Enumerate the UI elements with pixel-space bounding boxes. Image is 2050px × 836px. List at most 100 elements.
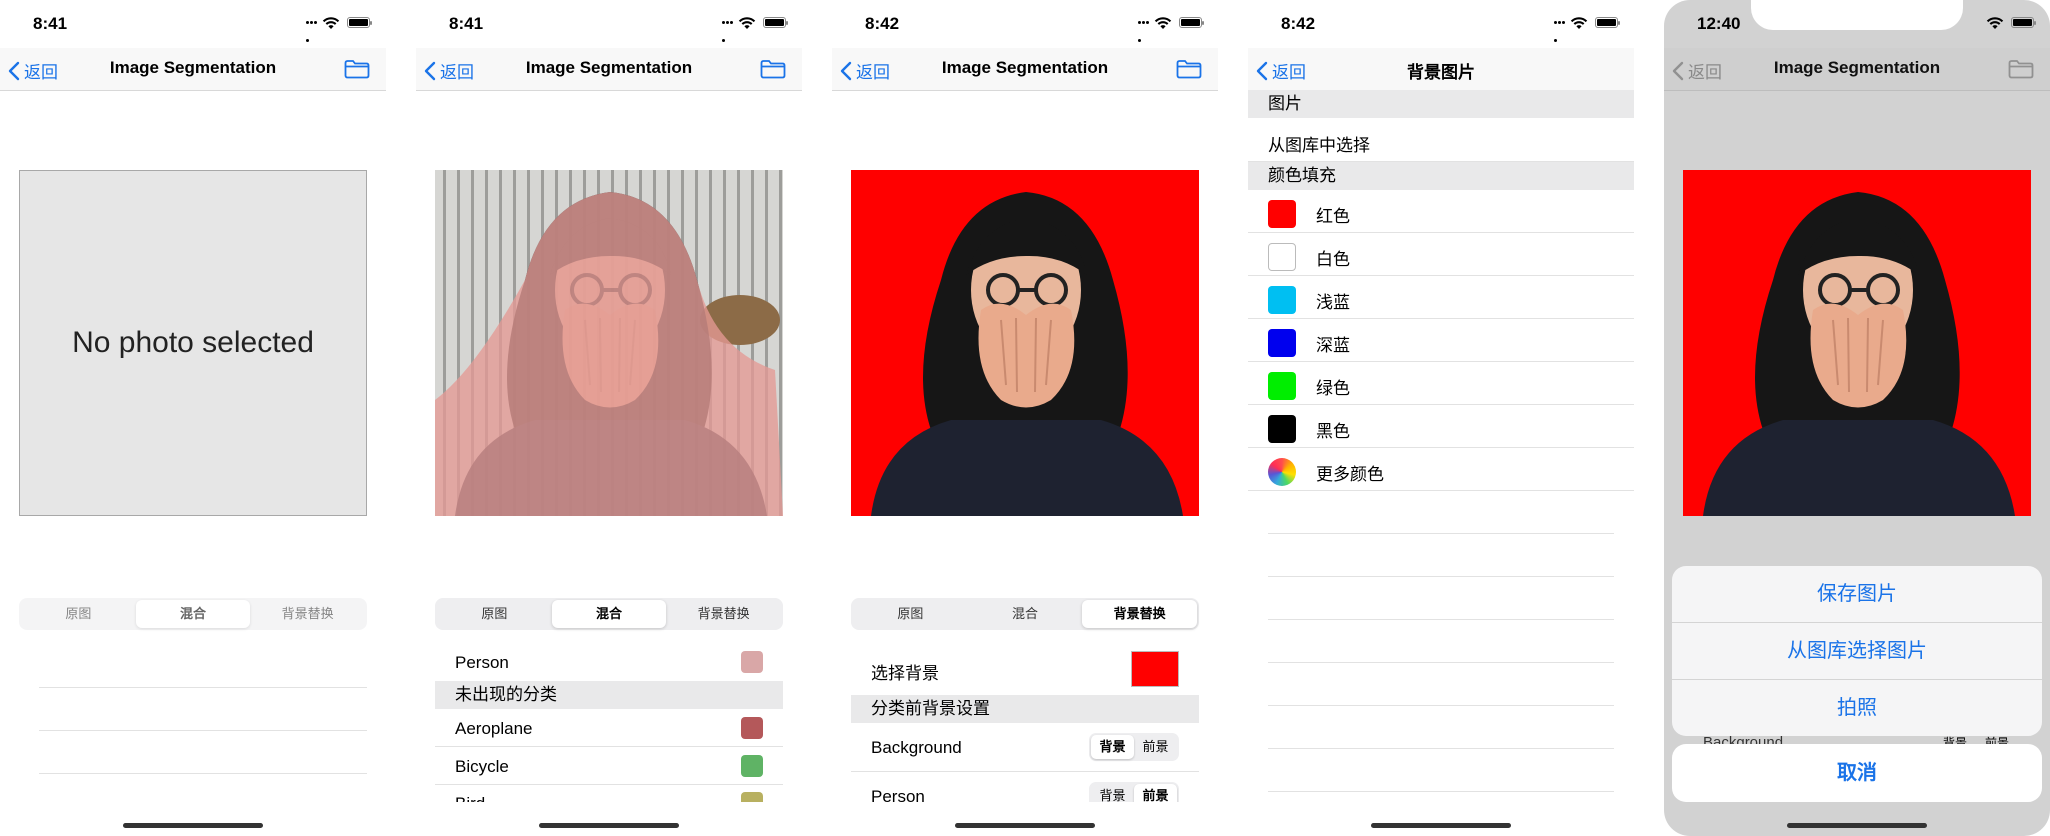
- class-color-swatch: [741, 717, 763, 739]
- color-label: 黑色: [1316, 422, 1350, 441]
- folder-icon[interactable]: [1176, 59, 1202, 79]
- class-label: Bird: [455, 794, 485, 802]
- empty-row: [1268, 749, 1614, 792]
- back-button[interactable]: 返回: [1672, 58, 1722, 83]
- color-row-white[interactable]: 白色: [1248, 233, 1634, 276]
- segment-blend[interactable]: 混合: [968, 600, 1083, 628]
- color-label: 浅蓝: [1316, 293, 1350, 312]
- mode-segmented-control[interactable]: 原图 混合 背景替换: [435, 598, 783, 630]
- background-color-preview[interactable]: [1131, 651, 1179, 687]
- color-label: 白色: [1316, 250, 1350, 269]
- photo-image: [1683, 170, 2031, 516]
- home-indicator: [539, 823, 679, 828]
- class-row-aeroplane[interactable]: Aeroplane: [435, 709, 783, 747]
- bg-fg-toggle[interactable]: 背景 前景: [1089, 733, 1179, 761]
- nav-title: Image Segmentation: [109, 58, 277, 77]
- segment-replace[interactable]: 背景替换: [666, 600, 781, 628]
- color-row-red[interactable]: 红色: [1248, 190, 1634, 233]
- chevron-left-icon: [424, 61, 436, 81]
- color-swatch: [1268, 200, 1296, 228]
- photo-placeholder[interactable]: No photo selected: [19, 170, 367, 516]
- class-label: Background: [871, 738, 962, 757]
- option-background[interactable]: 背景: [1091, 735, 1134, 759]
- screen-empty: 8:41 返回 Image Segmentation No photo sele…: [0, 0, 386, 836]
- segment-blend[interactable]: 混合: [135, 600, 251, 628]
- screen-action-sheet: 12:40 返回 Image Segmentation Background 背…: [1664, 0, 2050, 836]
- back-button[interactable]: 返回: [424, 58, 474, 83]
- color-row-dark-blue[interactable]: 深蓝: [1248, 319, 1634, 362]
- notch: [1335, 0, 1547, 30]
- wifi-icon: [738, 16, 756, 30]
- back-label: 返回: [1272, 63, 1306, 82]
- blended-photo: [435, 170, 783, 516]
- color-row-green[interactable]: 绿色: [1248, 362, 1634, 405]
- color-swatch: [1268, 372, 1296, 400]
- color-row-black[interactable]: 黑色: [1248, 405, 1634, 448]
- class-label: Person: [455, 653, 509, 672]
- color-row-more[interactable]: 更多颜色: [1248, 448, 1634, 491]
- cellular-icon: [306, 21, 320, 42]
- replaced-photo: [1683, 170, 2031, 516]
- class-row-bicycle[interactable]: Bicycle: [435, 747, 783, 785]
- segment-blend[interactable]: 混合: [551, 600, 667, 628]
- choose-from-library-row[interactable]: 从图库中选择: [1248, 118, 1634, 162]
- wifi-icon: [1570, 16, 1588, 30]
- color-swatch: [1268, 329, 1296, 357]
- choose-from-library-button[interactable]: 从图库选择图片: [1672, 623, 2042, 680]
- segment-original[interactable]: 原图: [853, 600, 968, 628]
- segment-original[interactable]: 原图: [21, 600, 136, 628]
- color-label: 更多颜色: [1316, 465, 1384, 484]
- segment-replace[interactable]: 背景替换: [250, 600, 365, 628]
- class-color-swatch: [741, 651, 763, 673]
- mode-segmented-control[interactable]: 原图 混合 背景替换: [851, 598, 1199, 630]
- screen-replace: 8:42 返回 Image Segmentation 原图 混合 背景替换 选择…: [832, 0, 1218, 836]
- nav-bar: 返回 Image Segmentation: [1664, 48, 2050, 91]
- nav-bar: 返回 Image Segmentation: [832, 48, 1218, 91]
- class-row-bird[interactable]: Bird: [435, 785, 783, 802]
- folder-icon[interactable]: [2008, 59, 2034, 79]
- empty-row: [1268, 534, 1614, 577]
- cancel-button[interactable]: 取消: [1672, 744, 2042, 802]
- wifi-icon: [322, 16, 340, 30]
- color-row-light-blue[interactable]: 浅蓝: [1248, 276, 1634, 319]
- chevron-left-icon: [8, 61, 20, 81]
- class-row-person: Person 背景 前景: [851, 772, 1199, 802]
- home-indicator: [955, 823, 1095, 828]
- option-background[interactable]: 背景: [1091, 784, 1134, 802]
- no-photo-text: No photo selected: [72, 326, 314, 359]
- empty-row: [39, 688, 367, 731]
- back-button[interactable]: 返回: [8, 58, 58, 83]
- segment-original[interactable]: 原图: [437, 600, 552, 628]
- save-image-button[interactable]: 保存图片: [1672, 566, 2042, 623]
- section-header: 分类前背景设置: [851, 695, 1199, 723]
- list-fade: [416, 802, 802, 836]
- back-button[interactable]: 返回: [840, 58, 890, 83]
- class-row-person[interactable]: Person: [435, 643, 783, 681]
- empty-row: [39, 645, 367, 688]
- segment-replace[interactable]: 背景替换: [1082, 600, 1198, 628]
- nav-title: Image Segmentation: [525, 58, 693, 77]
- cellular-icon: [1554, 21, 1568, 42]
- back-label: 返回: [856, 63, 890, 82]
- battery-icon: [2011, 17, 2036, 28]
- option-foreground[interactable]: 前景: [1134, 735, 1177, 759]
- back-button[interactable]: 返回: [1256, 58, 1306, 83]
- color-swatch: [1268, 415, 1296, 443]
- mode-segmented-control[interactable]: 原图 混合 背景替换: [19, 598, 367, 630]
- bg-fg-toggle[interactable]: 背景 前景: [1089, 782, 1179, 802]
- notch: [919, 0, 1131, 30]
- class-label: Aeroplane: [455, 719, 533, 738]
- notch: [1751, 0, 1963, 30]
- take-photo-button[interactable]: 拍照: [1672, 680, 2042, 736]
- section-header: 未出现的分类: [435, 681, 783, 709]
- folder-icon[interactable]: [760, 59, 786, 79]
- choose-background-row[interactable]: 选择背景: [851, 643, 1199, 695]
- nav-bar: 返回 背景图片: [1248, 48, 1634, 91]
- folder-icon[interactable]: [344, 59, 370, 79]
- home-indicator: [1787, 823, 1927, 828]
- option-foreground[interactable]: 前景: [1134, 784, 1177, 802]
- color-label: 红色: [1316, 207, 1350, 226]
- back-label: 返回: [440, 63, 474, 82]
- empty-row: [1268, 706, 1614, 749]
- screen-blend: 8:41 返回 Image Segmentation 原图 混合 背景替换 Pe…: [416, 0, 802, 836]
